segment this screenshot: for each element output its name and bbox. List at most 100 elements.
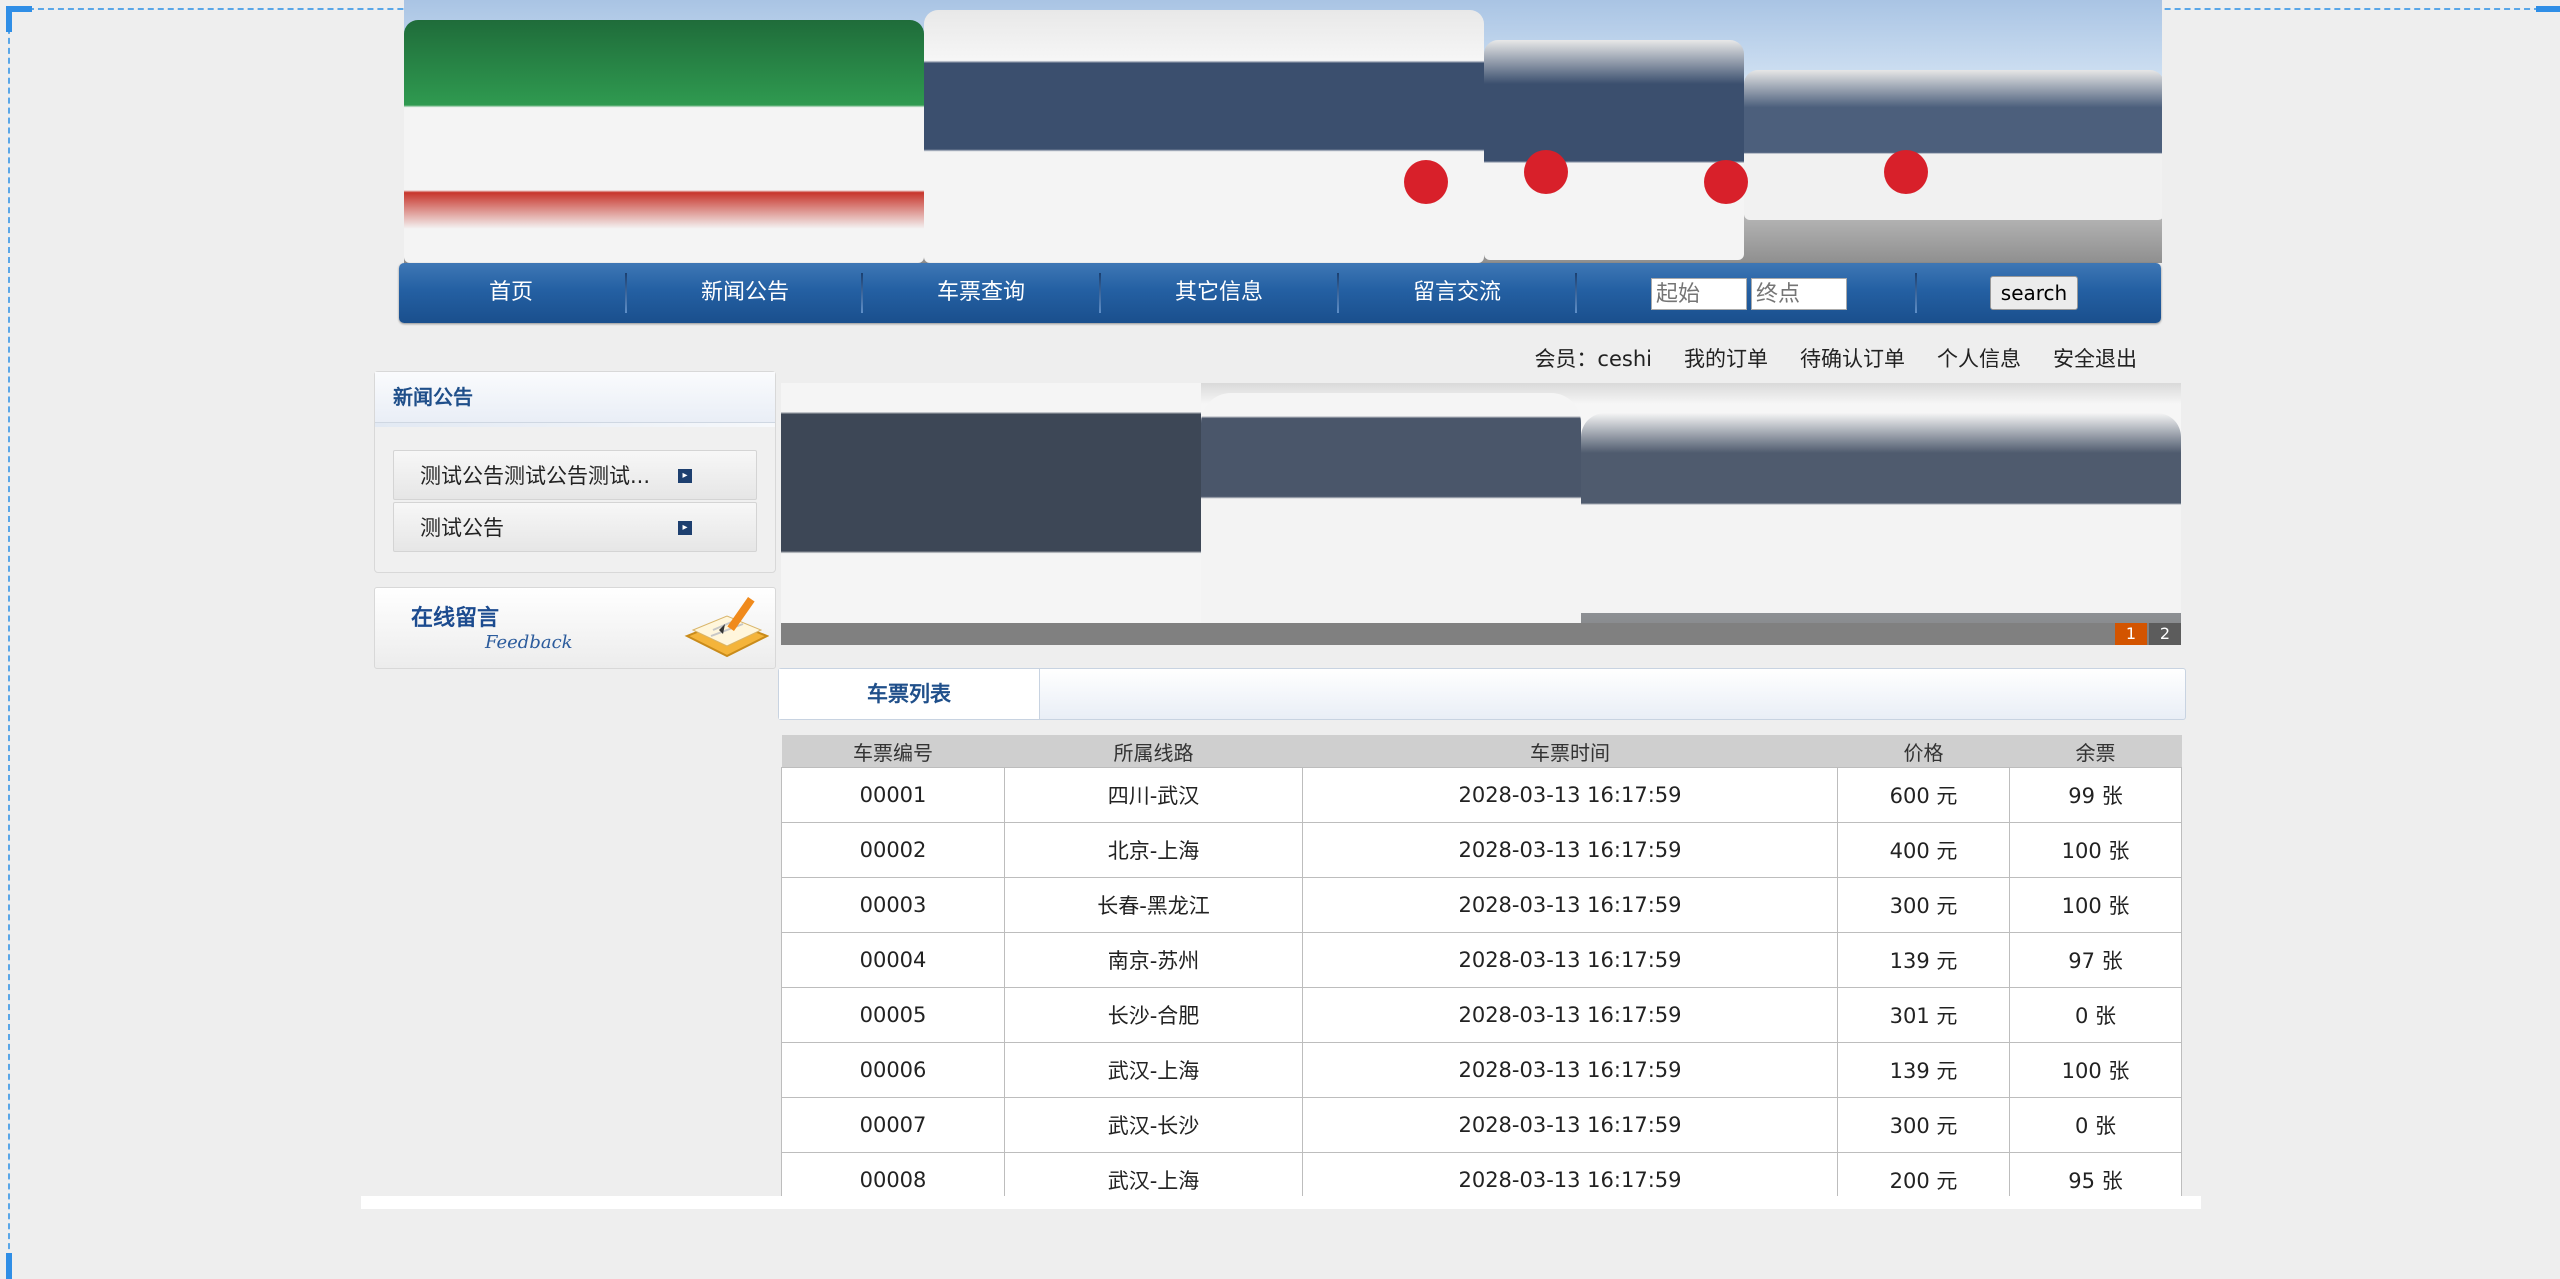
footer-strip	[361, 1196, 2201, 1209]
pending-orders-link[interactable]: 待确认订单	[1800, 343, 1905, 373]
table-header-row: 车票编号 所属线路 车票时间 价格 余票	[781, 735, 2182, 768]
route-cell: 长沙-合肥	[1004, 987, 1303, 1043]
route-cell: 长春-黑龙江	[1004, 877, 1303, 933]
ticket-id-cell: 00007	[781, 1097, 1005, 1153]
ribbon-decoration	[1704, 160, 1748, 204]
ticket-id-cell: 00001	[781, 767, 1005, 823]
table-row[interactable]: 00007 武汉-长沙 2028-03-13 16:17:59 300 元0 张	[781, 1097, 2182, 1153]
ticket-id-cell: 00002	[781, 822, 1005, 878]
time-cell: 2028-03-13 16:17:59	[1302, 1042, 1838, 1098]
column-header-price: 价格	[1837, 735, 2010, 768]
notebook-pencil-icon	[684, 596, 769, 658]
price-cell: 300 元	[1837, 1097, 2010, 1153]
member-bar: 会员：ceshi 我的订单 待确认订单 个人信息 安全退出	[1534, 343, 2137, 373]
remaining-cell: 100 张	[2009, 1042, 2182, 1098]
table-row[interactable]: 00002 北京-上海 2028-03-13 16:17:59 400 元 100 张	[781, 822, 2182, 878]
header-banner-image	[404, 0, 2162, 263]
news-item-label: 测试公告	[420, 516, 504, 540]
remaining-cell: 0 张	[2009, 1097, 2182, 1153]
guide-corner	[6, 1253, 12, 1279]
feedback-title: 在线留言	[411, 605, 500, 631]
route-cell: 北京-上海	[1004, 822, 1303, 878]
bus-illustration	[1484, 40, 1744, 260]
slider-page-2[interactable]: 2	[2149, 623, 2181, 645]
member-name: 会员：ceshi	[1534, 347, 1652, 371]
column-header-time: 车票时间	[1302, 735, 1838, 768]
column-header-remaining: 余票	[2009, 735, 2182, 768]
ticket-id-cell: 00006	[781, 1042, 1005, 1098]
photo-slider: 1 2	[781, 383, 2181, 645]
remaining-cell: 0 张	[2009, 987, 2182, 1043]
nav-home[interactable]: 首页	[427, 263, 595, 323]
slider-pagination: 1 2	[2115, 623, 2181, 645]
tab-ticket-list[interactable]: 车票列表	[779, 669, 1040, 719]
table-row[interactable]: 00001 四川-武汉 2028-03-13 16:17:59 600 元 99 张	[781, 767, 2182, 823]
chevron-right-icon: ▸	[678, 469, 692, 483]
bus-illustration	[1201, 393, 1581, 623]
column-header-route: 所属线路	[1004, 735, 1303, 768]
route-end-input[interactable]	[1751, 278, 1847, 310]
bus-illustration	[924, 10, 1484, 263]
divider	[375, 423, 775, 427]
table-row[interactable]: 00003 长春-黑龙江 2028-03-13 16:17:59 300 元 100 张	[781, 877, 2182, 933]
slider-page-1[interactable]: 1	[2115, 623, 2147, 645]
table-row[interactable]: 00005 长沙-合肥 2028-03-13 16:17:59 301 元0 张	[781, 987, 2182, 1043]
chevron-right-icon: ▸	[678, 521, 692, 535]
logout-link[interactable]: 安全退出	[2053, 343, 2137, 373]
slider-caption-bar	[781, 623, 2181, 645]
time-cell: 2028-03-13 16:17:59	[1302, 877, 1838, 933]
column-header-ticket-id: 车票编号	[781, 735, 1005, 768]
news-item[interactable]: 测试公告测试公告测试... ▸	[393, 450, 757, 500]
ribbon-decoration	[1884, 150, 1928, 194]
time-cell: 2028-03-13 16:17:59	[1302, 767, 1838, 823]
nav-separator	[1915, 273, 1917, 313]
nav-other-info[interactable]: 其它信息	[1101, 263, 1337, 323]
ticket-tab-strip: 车票列表	[778, 668, 2186, 720]
route-start-input[interactable]	[1651, 278, 1747, 310]
bus-illustration	[1581, 413, 2181, 613]
bus-illustration	[781, 383, 1201, 623]
my-orders-link[interactable]: 我的订单	[1684, 343, 1768, 373]
nav-news[interactable]: 新闻公告	[627, 263, 863, 323]
route-cell: 武汉-长沙	[1004, 1097, 1303, 1153]
ribbon-decoration	[1524, 150, 1568, 194]
profile-link[interactable]: 个人信息	[1937, 343, 2021, 373]
search-button[interactable]: search	[1990, 276, 2078, 310]
guide-corner	[6, 6, 12, 32]
price-cell: 139 元	[1837, 1042, 2010, 1098]
time-cell: 2028-03-13 16:17:59	[1302, 932, 1838, 988]
ribbon-decoration	[1404, 160, 1448, 204]
news-panel: 新闻公告 测试公告测试公告测试... ▸ 测试公告 ▸	[374, 371, 776, 573]
news-item[interactable]: 测试公告 ▸	[393, 502, 757, 552]
nav-message-board[interactable]: 留言交流	[1339, 263, 1575, 323]
price-cell: 300 元	[1837, 877, 2010, 933]
route-cell: 南京-苏州	[1004, 932, 1303, 988]
guide-line-left	[8, 8, 10, 1279]
price-cell: 600 元	[1837, 767, 2010, 823]
nav-separator	[1575, 273, 1577, 313]
bus-illustration	[404, 20, 924, 263]
price-cell: 400 元	[1837, 822, 2010, 878]
time-cell: 2028-03-13 16:17:59	[1302, 1097, 1838, 1153]
time-cell: 2028-03-13 16:17:59	[1302, 822, 1838, 878]
table-row[interactable]: 00006 武汉-上海 2028-03-13 16:17:59 139 元 100 张	[781, 1042, 2182, 1098]
remaining-cell: 99 张	[2009, 767, 2182, 823]
remaining-cell: 97 张	[2009, 932, 2182, 988]
table-row[interactable]: 00004 南京-苏州 2028-03-13 16:17:59 139 元 97 张	[781, 932, 2182, 988]
route-cell: 武汉-上海	[1004, 1042, 1303, 1098]
ticket-id-cell: 00005	[781, 987, 1005, 1043]
main-nav: 首页 新闻公告 车票查询 其它信息 留言交流 search	[399, 263, 2161, 323]
news-panel-title: 新闻公告	[375, 372, 775, 423]
price-cell: 301 元	[1837, 987, 2010, 1043]
ticket-table-wrapper: 车票编号 所属线路 车票时间 价格 余票 00001 四川-武汉 2028-03-1…	[781, 735, 2182, 1208]
ticket-id-cell: 00004	[781, 932, 1005, 988]
ticket-id-cell: 00003	[781, 877, 1005, 933]
feedback-subtitle: Feedback	[485, 632, 573, 653]
nav-ticket-query[interactable]: 车票查询	[863, 263, 1099, 323]
time-cell: 2028-03-13 16:17:59	[1302, 987, 1838, 1043]
online-feedback-banner[interactable]: 在线留言 Feedback	[374, 587, 776, 669]
remaining-cell: 100 张	[2009, 822, 2182, 878]
remaining-cell: 100 张	[2009, 877, 2182, 933]
ticket-table-body: 00001 四川-武汉 2028-03-13 16:17:59 600 元 99 张 00…	[781, 767, 2182, 1208]
bus-illustration	[1744, 70, 2162, 220]
